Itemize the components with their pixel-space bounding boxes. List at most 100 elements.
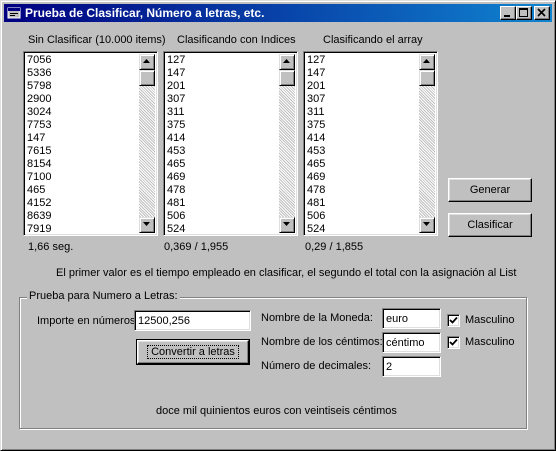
info-text: El primer valor es el tiempo empleado en… xyxy=(56,267,517,279)
arrow-up-icon xyxy=(283,59,290,63)
list-array-items: 127 147 201 307 311 375 414 453 465 469 478 481 506 5… xyxy=(307,54,325,235)
list-item[interactable]: 8639 xyxy=(27,210,51,223)
moneda-input[interactable] xyxy=(382,308,441,329)
list-array-scrollbar[interactable] xyxy=(419,54,435,233)
importe-label: Importe en números: xyxy=(37,315,139,327)
list-item[interactable]: 147 xyxy=(167,67,185,80)
moneda-masculino-checkbox[interactable] xyxy=(447,314,460,327)
list-item[interactable]: 414 xyxy=(307,132,325,145)
list-item[interactable]: 478 xyxy=(307,184,325,197)
list-item[interactable]: 201 xyxy=(307,80,325,93)
list-item[interactable]: 465 xyxy=(307,158,325,171)
arrow-down-icon xyxy=(283,222,290,226)
title-bar[interactable]: Prueba de Clasificar, Número a letras, e… xyxy=(4,4,552,22)
list-item[interactable]: 2900 xyxy=(27,93,51,106)
list-index[interactable]: 127 147 201 307 311 375 414 453 465 469 478 481 506 5… xyxy=(163,51,298,236)
convertir-button-label: Convertir a letras xyxy=(147,345,239,359)
list-item[interactable]: 465 xyxy=(27,184,51,197)
clasificar-button-label: Clasificar xyxy=(467,219,513,231)
list-item[interactable]: 7919 xyxy=(27,223,51,235)
scroll-up-button[interactable] xyxy=(139,54,155,70)
scroll-down-button[interactable] xyxy=(139,217,155,233)
list-item[interactable]: 201 xyxy=(167,80,185,93)
checkmark-icon xyxy=(449,316,458,324)
list-index-scrollbar[interactable] xyxy=(279,54,295,233)
list-item[interactable]: 4152 xyxy=(27,197,51,210)
centimos-label: Nombre de los céntimos: xyxy=(261,336,383,348)
arrow-up-icon xyxy=(423,59,430,63)
list-item[interactable]: 127 xyxy=(167,54,185,67)
list-item[interactable]: 506 xyxy=(307,210,325,223)
centimos-masculino-checkbox[interactable] xyxy=(447,336,460,349)
list-array[interactable]: 127 147 201 307 311 375 414 453 465 469 478 481 506 5… xyxy=(303,51,438,236)
list-item[interactable]: 147 xyxy=(27,132,51,145)
scroll-thumb[interactable] xyxy=(419,70,435,86)
list-item[interactable]: 506 xyxy=(167,210,185,223)
list-item[interactable]: 469 xyxy=(167,171,185,184)
decimales-input[interactable] xyxy=(382,356,441,377)
list-item[interactable]: 453 xyxy=(167,145,185,158)
scroll-down-button[interactable] xyxy=(419,217,435,233)
list-item[interactable]: 481 xyxy=(167,197,185,210)
list-item[interactable]: 311 xyxy=(167,106,185,119)
centimos-input[interactable] xyxy=(382,332,441,353)
scroll-up-button[interactable] xyxy=(279,54,295,70)
list-item[interactable]: 127 xyxy=(307,54,325,67)
list-item[interactable]: 375 xyxy=(307,119,325,132)
clasificar-button[interactable]: Clasificar xyxy=(448,213,532,237)
moneda-masculino-label: Masculino xyxy=(465,314,515,326)
list-item[interactable]: 307 xyxy=(307,93,325,106)
list-item[interactable]: 524 xyxy=(307,223,325,235)
close-icon xyxy=(537,8,546,17)
result-text: doce mil quinientos euros con veintiseis… xyxy=(156,405,397,417)
generar-button-label: Generar xyxy=(469,184,511,196)
list-item[interactable]: 469 xyxy=(307,171,325,184)
close-button[interactable] xyxy=(534,6,550,20)
list-array-header: Clasificando el array xyxy=(323,34,423,46)
minimize-button[interactable] xyxy=(500,6,516,20)
checkmark-icon xyxy=(449,338,458,346)
scroll-up-button[interactable] xyxy=(419,54,435,70)
list-item[interactable]: 524 xyxy=(167,223,185,235)
list-item[interactable]: 465 xyxy=(167,158,185,171)
convertir-button[interactable]: Convertir a letras xyxy=(136,339,250,365)
app-window: Prueba de Clasificar, Número a letras, e… xyxy=(0,0,556,451)
generar-button[interactable]: Generar xyxy=(448,178,532,202)
list-item[interactable]: 5336 xyxy=(27,67,51,80)
decimales-label: Número de decimales: xyxy=(261,360,372,372)
list-item[interactable]: 7100 xyxy=(27,171,51,184)
list-item[interactable]: 375 xyxy=(167,119,185,132)
list-item[interactable]: 481 xyxy=(307,197,325,210)
arrow-up-icon xyxy=(143,59,150,63)
list-unsorted-scrollbar[interactable] xyxy=(139,54,155,233)
list-unsorted-header: Sin Clasificar (10.000 items) xyxy=(28,34,166,46)
list-item[interactable]: 307 xyxy=(167,93,185,106)
list-item[interactable]: 8154 xyxy=(27,158,51,171)
list-unsorted-items: 7056 5336 5798 2900 3024 7753 147 7615 8154 7100 4… xyxy=(27,54,51,235)
group-title: Prueba para Numero a Letras: xyxy=(27,290,180,302)
list-item[interactable]: 5798 xyxy=(27,80,51,93)
list-item[interactable]: 414 xyxy=(167,132,185,145)
maximize-button[interactable] xyxy=(516,6,532,20)
list-item[interactable]: 7753 xyxy=(27,119,51,132)
list-item[interactable]: 147 xyxy=(307,67,325,80)
list-index-items: 127 147 201 307 311 375 414 453 465 469 478 481 506 5… xyxy=(167,54,185,235)
time-unsorted: 1,66 seg. xyxy=(28,241,74,253)
time-index: 0,369 / 1,955 xyxy=(164,241,229,253)
list-item[interactable]: 7615 xyxy=(27,145,51,158)
importe-input[interactable] xyxy=(134,310,251,331)
list-item[interactable]: 7056 xyxy=(27,54,51,67)
list-unsorted[interactable]: 7056 5336 5798 2900 3024 7753 147 7615 8154 7100 4… xyxy=(23,51,158,236)
list-item[interactable]: 478 xyxy=(167,184,185,197)
scroll-thumb[interactable] xyxy=(279,70,295,86)
list-item[interactable]: 3024 xyxy=(27,106,51,119)
centimos-masculino-label: Masculino xyxy=(465,336,515,348)
maximize-icon xyxy=(519,8,528,17)
scroll-thumb[interactable] xyxy=(139,70,155,86)
window-title: Prueba de Clasificar, Número a letras, e… xyxy=(25,6,265,20)
list-item[interactable]: 453 xyxy=(307,145,325,158)
list-item[interactable]: 311 xyxy=(307,106,325,119)
scroll-down-button[interactable] xyxy=(279,217,295,233)
time-array: 0,29 / 1,855 xyxy=(305,241,364,253)
app-icon xyxy=(7,7,21,19)
